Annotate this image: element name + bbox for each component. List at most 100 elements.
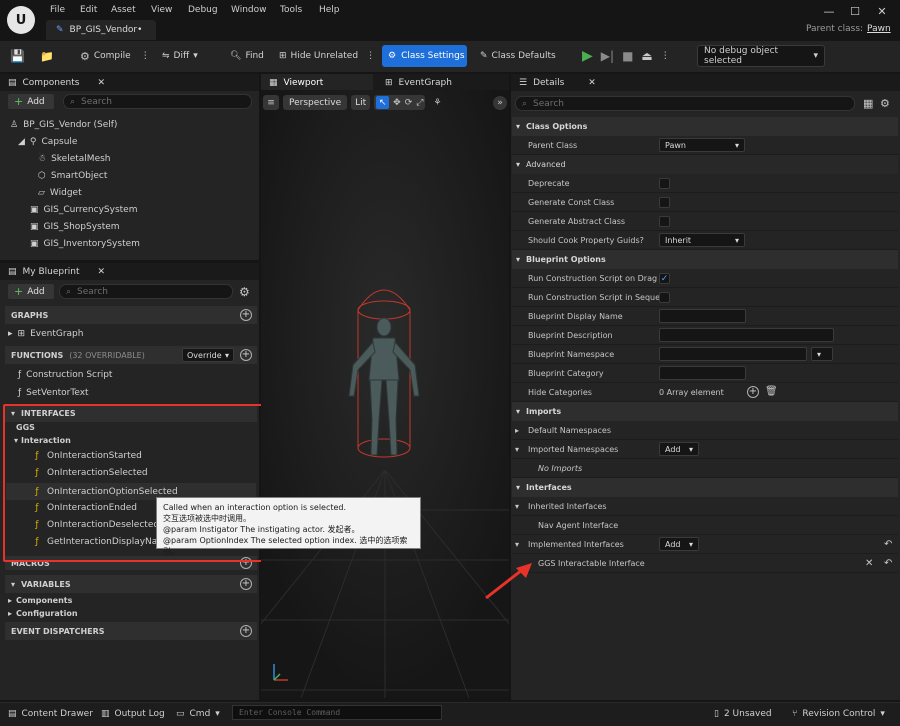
component-capsule[interactable]: ◢ ⚲ Capsule — [18, 137, 77, 147]
menu-window[interactable]: Window — [231, 5, 267, 15]
menu-tools[interactable]: Tools — [280, 5, 302, 15]
namespace-picker-button[interactable]: ▾ — [811, 347, 833, 361]
blueprint-options-section[interactable]: ▾ Blueprint Options — [512, 250, 898, 269]
variable-category-components[interactable]: ▸ Components — [8, 596, 72, 605]
unsaved-button[interactable]: ▯ 2 Unsaved — [714, 706, 772, 722]
variables-section[interactable]: ▾ VARIABLES — [5, 575, 257, 593]
event-dispatchers-section[interactable]: EVENT DISPATCHERS — [5, 622, 257, 640]
blueprint-search-input[interactable]: ⌕ Search — [59, 284, 233, 299]
content-drawer-button[interactable]: ▤ Content Drawer — [8, 706, 93, 722]
interfaces-details-section[interactable]: ▾ Interfaces — [512, 478, 898, 497]
graph-eventgraph[interactable]: ▸ ⊞ EventGraph — [8, 329, 83, 339]
hamburger-menu-icon[interactable]: ≡ — [263, 95, 279, 110]
cmd-dropdown[interactable]: ▭ Cmd ▾ — [176, 706, 220, 722]
component-widget[interactable]: ▱ Widget — [38, 188, 82, 198]
imports-section[interactable]: ▾ Imports — [512, 402, 898, 421]
rotate-icon[interactable]: ⟳ — [405, 98, 413, 108]
eject-icon[interactable]: ⏏ — [641, 49, 652, 63]
viewport-canvas[interactable] — [261, 90, 509, 698]
override-dropdown[interactable]: Override ▾ — [182, 348, 234, 362]
add-interface-dropdown[interactable]: Add ▾ — [659, 537, 699, 551]
console-input[interactable]: Enter Console Command — [232, 705, 442, 720]
unreal-logo-icon[interactable]: U — [7, 6, 35, 34]
menu-view[interactable]: View — [151, 5, 172, 15]
run-on-drag-checkbox[interactable]: ✓ — [659, 273, 670, 284]
namespace-field[interactable] — [659, 347, 807, 361]
display-name-field[interactable] — [659, 309, 746, 323]
components-tab[interactable]: ▤ Components ✕ — [0, 74, 259, 91]
lit-button[interactable]: Lit — [351, 95, 371, 110]
browse-icon[interactable]: 📁 — [40, 46, 54, 66]
add-member-button[interactable]: + Add — [8, 284, 54, 299]
compile-button[interactable]: ⚙ Compile ⋮ — [80, 46, 150, 66]
parent-class-dropdown[interactable]: Pawn ▾ — [659, 138, 745, 152]
component-currency[interactable]: ▣ GIS_CurrencySystem — [30, 205, 137, 215]
add-function-icon[interactable]: + — [240, 349, 252, 361]
hide-unrelated-button[interactable]: ⊞ Hide Unrelated ⋮ — [279, 46, 375, 66]
class-defaults-button[interactable]: ✎ Class Defaults — [480, 46, 556, 66]
diff-button[interactable]: ⇋ Diff ▾ — [162, 46, 198, 66]
viewport-tab[interactable]: ▦ Viewport — [261, 74, 373, 91]
step-icon[interactable]: ▶| — [601, 49, 614, 63]
find-button[interactable]: 🔍︎ Find — [230, 46, 264, 66]
generate-const-checkbox[interactable] — [659, 197, 670, 208]
add-graph-icon[interactable]: + — [240, 309, 252, 321]
description-field[interactable] — [659, 328, 834, 342]
minimize-icon[interactable]: — — [818, 4, 840, 18]
trash-icon[interactable]: 🗑︎ — [765, 386, 778, 397]
debug-object-select[interactable]: No debug object selected ▾ — [697, 45, 825, 67]
variable-category-configuration[interactable]: ▸ Configuration — [8, 609, 78, 618]
details-tab[interactable]: ☰ Details ✕ — [511, 74, 900, 91]
gear-icon[interactable]: ⚙ — [880, 97, 890, 110]
class-settings-button[interactable]: ⚙ Class Settings — [382, 45, 467, 67]
close-window-icon[interactable]: ✕ — [871, 4, 893, 18]
gear-icon[interactable]: ⚙ — [239, 285, 250, 299]
my-blueprint-tab[interactable]: ▤ My Blueprint ✕ — [0, 263, 259, 280]
select-cursor-icon[interactable]: ↖ — [376, 96, 390, 109]
revision-control-button[interactable]: ⑂ Revision Control ▾ — [792, 706, 885, 722]
category-field[interactable] — [659, 366, 746, 380]
menu-edit[interactable]: Edit — [80, 5, 97, 15]
reset-arrow-icon[interactable]: ↶ — [884, 558, 892, 569]
output-log-button[interactable]: ▥ Output Log — [101, 706, 165, 722]
camera-icon[interactable]: ⚘ — [433, 98, 441, 108]
menu-debug[interactable]: Debug — [188, 5, 218, 15]
menu-help[interactable]: Help — [319, 5, 340, 15]
asset-tab[interactable]: ✎ BP_GIS_Vendor• — [46, 20, 156, 40]
generate-abstract-checkbox[interactable] — [659, 216, 670, 227]
component-smartobject[interactable]: ⬡ SmartObject — [38, 171, 107, 181]
more-options-icon[interactable]: ⋮ — [661, 51, 670, 61]
menu-file[interactable]: File — [50, 5, 65, 15]
parent-class-link[interactable]: Pawn — [867, 24, 891, 34]
close-tab-icon[interactable]: ✕ — [588, 78, 596, 88]
run-in-sequencer-checkbox[interactable] — [659, 292, 670, 303]
perspective-button[interactable]: Perspective — [283, 95, 348, 110]
eventgraph-tab[interactable]: ⊞ EventGraph — [377, 74, 452, 91]
maximize-icon[interactable]: ☐ — [844, 4, 866, 18]
add-component-button[interactable]: + Add — [8, 94, 54, 109]
more-options-icon[interactable]: ⋮ — [141, 51, 150, 61]
scale-icon[interactable]: ⤢ — [416, 98, 423, 108]
stop-icon[interactable]: ■ — [622, 49, 633, 63]
add-variable-icon[interactable]: + — [240, 578, 252, 590]
default-namespaces-row[interactable]: ▸ Default Namespaces — [512, 421, 898, 440]
more-arrows-icon[interactable]: » — [493, 95, 507, 110]
add-element-icon[interactable]: + — [747, 386, 759, 398]
component-shop[interactable]: ▣ GIS_ShopSystem — [30, 222, 120, 232]
component-inventory[interactable]: ▣ GIS_InventorySystem — [30, 239, 140, 249]
cook-guids-dropdown[interactable]: Inherit ▾ — [659, 233, 745, 247]
component-self[interactable]: ♙ BP_GIS_Vendor (Self) — [10, 120, 117, 130]
grid-view-icon[interactable]: ▦ — [863, 97, 873, 110]
reset-arrow-icon[interactable]: ↶ — [884, 539, 892, 550]
function-construction-script[interactable]: ƒ Construction Script — [18, 370, 112, 380]
components-search-input[interactable]: ⌕ Search — [63, 94, 252, 109]
deprecate-checkbox[interactable] — [659, 178, 670, 189]
details-search-input[interactable]: ⌕ Search — [515, 96, 855, 111]
class-options-section[interactable]: ▾ Class Options — [512, 117, 898, 136]
collapse-arrow-icon[interactable]: ◢ — [18, 137, 25, 147]
expand-arrow-icon[interactable]: ▸ — [8, 329, 13, 339]
play-icon[interactable]: ▶ — [582, 48, 593, 64]
function-setventortext[interactable]: ƒ SetVentorText — [18, 388, 89, 398]
close-tab-icon[interactable]: ✕ — [97, 78, 105, 88]
move-icon[interactable]: ✥ — [393, 98, 401, 108]
